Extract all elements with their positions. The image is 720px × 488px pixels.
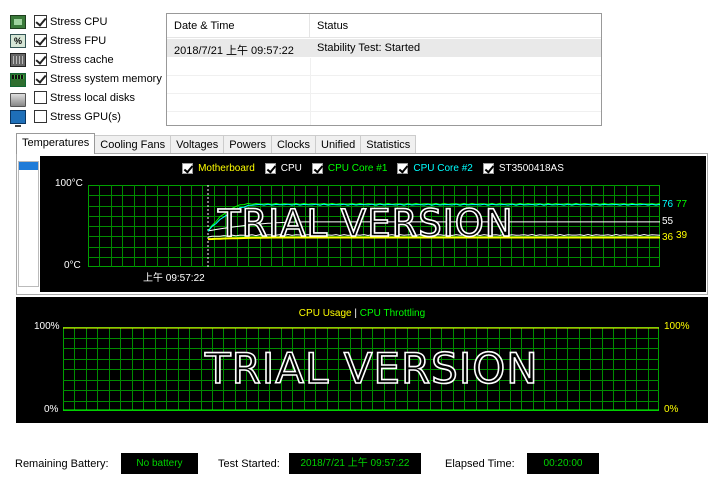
legend-cpu-core2[interactable]: CPU Core #2	[397, 163, 473, 174]
stress-cache-label: Stress cache	[50, 53, 114, 66]
elapsed-time-label: Elapsed Time:	[445, 458, 515, 470]
cpu-icon	[10, 14, 26, 29]
log-row[interactable]: 2018/7/21 上午 09:57:22 Stability Test: St…	[167, 39, 601, 57]
status-bar: Remaining Battery: No battery Test Start…	[0, 452, 720, 476]
log-row-date: 2018/7/21 上午 09:57:22	[174, 45, 294, 57]
value-disk: 39	[676, 230, 688, 241]
stress-memory-checkbox[interactable]	[34, 72, 47, 85]
tab-clocks[interactable]: Clocks	[270, 135, 316, 154]
memory-icon	[10, 73, 26, 87]
value-cpu: 55	[662, 216, 674, 227]
value-cpu-core2: 76	[662, 199, 674, 210]
legend-cpu-throttling[interactable]: CPU Throttling	[360, 308, 425, 319]
legend-motherboard-label: Motherboard	[198, 163, 255, 174]
log-column-status[interactable]: Status	[310, 14, 348, 37]
legend-cpu-core1[interactable]: CPU Core #1	[311, 163, 388, 174]
log-row-status: Stability Test: Started	[317, 42, 421, 54]
usage-y-max-right: 100%	[664, 321, 690, 332]
usage-y-min-right: 0%	[664, 404, 679, 415]
legend-motherboard[interactable]: Motherboard	[182, 163, 255, 174]
chart-tabs: Temperatures Cooling Fans Voltages Power…	[16, 133, 417, 154]
log-header: Date & Time Status	[167, 14, 601, 38]
elapsed-time-value: 00:20:00	[527, 453, 599, 474]
tab-powers[interactable]: Powers	[223, 135, 272, 154]
usage-y-max-left: 100%	[34, 321, 60, 332]
legend-cpu[interactable]: CPU	[264, 163, 302, 174]
legend-motherboard-checkbox[interactable]	[182, 163, 194, 174]
stress-cache-checkbox[interactable]	[34, 53, 47, 66]
stress-cpu-checkbox[interactable]	[34, 15, 47, 28]
value-motherboard: 36	[662, 232, 674, 243]
cache-icon	[10, 52, 26, 67]
stress-memory-option[interactable]: Stress system memory	[10, 69, 170, 88]
battery-value: No battery	[121, 453, 198, 474]
stress-gpu-option[interactable]: Stress GPU(s)	[10, 107, 170, 127]
stress-gpu-label: Stress GPU(s)	[50, 110, 121, 123]
tab-cooling-fans[interactable]: Cooling Fans	[94, 135, 172, 154]
stress-options-panel: Stress CPU % Stress FPU Stress cache Str…	[10, 12, 170, 127]
sensor-list[interactable]	[18, 161, 39, 287]
tab-temperatures[interactable]: Temperatures	[16, 133, 96, 154]
battery-label: Remaining Battery:	[15, 458, 109, 470]
value-cpu-core1: 77	[676, 199, 688, 210]
legend-cpu-usage[interactable]: CPU Usage	[299, 308, 352, 319]
test-started-label: Test Started:	[218, 458, 280, 470]
stress-fpu-label: Stress FPU	[50, 34, 107, 47]
legend-cpu-core1-checkbox[interactable]	[311, 163, 323, 174]
temp-y-max-label: 100°C	[55, 178, 83, 189]
stress-cpu-label: Stress CPU	[50, 15, 108, 28]
trial-watermark-bottom: TRIAL VERSION	[204, 343, 539, 394]
stress-disks-option[interactable]: Stress local disks	[10, 88, 170, 107]
stress-fpu-checkbox[interactable]	[34, 34, 47, 47]
stress-cpu-option[interactable]: Stress CPU	[10, 12, 170, 31]
temp-y-min-label: 0°C	[64, 260, 81, 271]
disk-icon	[10, 92, 26, 107]
test-started-value: 2018/7/21 上午 09:57:22	[289, 453, 421, 474]
legend-cpu-core2-label: CPU Core #2	[413, 163, 473, 174]
sensor-list-selected[interactable]	[19, 162, 38, 170]
legend-cpu-core2-checkbox[interactable]	[397, 163, 409, 174]
trial-watermark-top: TRIAL VERSION	[217, 201, 514, 246]
event-log-list[interactable]: Date & Time Status 2018/7/21 上午 09:57:22…	[166, 13, 602, 126]
usage-legend: CPU Usage | CPU Throttling	[16, 308, 708, 319]
log-column-date[interactable]: Date & Time	[167, 14, 310, 37]
tab-statistics[interactable]: Statistics	[360, 135, 417, 154]
stress-gpu-checkbox[interactable]	[34, 110, 47, 123]
temperature-chart: Motherboard CPU CPU Core #1 CPU Core #2 …	[40, 156, 706, 292]
stress-disks-label: Stress local disks	[50, 91, 135, 104]
gpu-icon	[10, 109, 26, 127]
legend-disk[interactable]: ST3500418AS	[482, 163, 564, 174]
stress-disks-checkbox[interactable]	[34, 91, 47, 104]
log-empty-area	[167, 58, 601, 125]
fpu-icon: %	[10, 33, 26, 48]
tab-unified[interactable]: Unified	[315, 135, 362, 154]
temp-time-label: 上午 09:57:22	[143, 273, 205, 284]
legend-disk-label: ST3500418AS	[498, 163, 564, 174]
legend-separator: |	[354, 308, 357, 319]
legend-cpu-label: CPU	[280, 163, 302, 174]
legend-cpu-checkbox[interactable]	[264, 163, 276, 174]
stress-fpu-option[interactable]: % Stress FPU	[10, 31, 170, 50]
cpu-usage-chart: CPU Usage | CPU Throttling 100% 0% 100% …	[16, 297, 708, 423]
tab-voltages[interactable]: Voltages	[170, 135, 225, 154]
stress-memory-label: Stress system memory	[50, 72, 162, 85]
usage-y-min-left: 0%	[44, 404, 59, 415]
legend-cpu-core1-label: CPU Core #1	[327, 163, 388, 174]
legend-disk-checkbox[interactable]	[482, 163, 494, 174]
temperature-legend: Motherboard CPU CPU Core #1 CPU Core #2 …	[40, 163, 706, 174]
stress-cache-option[interactable]: Stress cache	[10, 50, 170, 69]
